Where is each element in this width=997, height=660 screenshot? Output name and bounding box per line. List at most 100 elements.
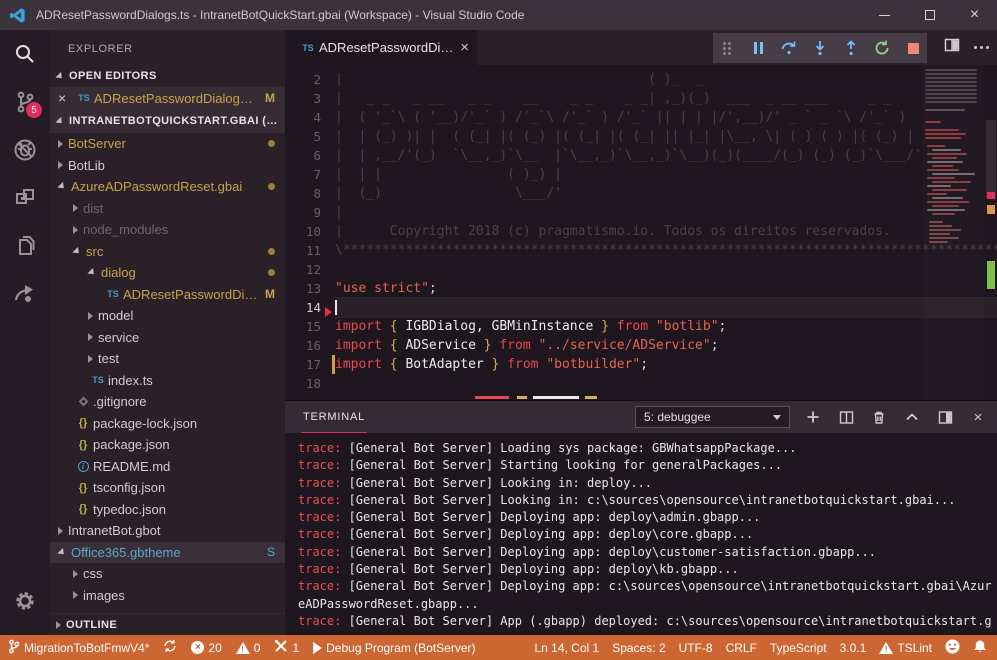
debug-target[interactable]: Debug Program (BotServer) xyxy=(313,641,475,655)
tree-item-index-ts[interactable]: TSindex.ts xyxy=(50,370,285,392)
code-line[interactable]: \***************************************… xyxy=(335,241,997,260)
tree-item-test[interactable]: test xyxy=(50,348,285,370)
settings-gear-icon[interactable] xyxy=(0,577,50,625)
line-number[interactable]: 16 xyxy=(285,336,335,355)
files-icon[interactable] xyxy=(0,222,50,270)
tree-item-css[interactable]: css xyxy=(50,563,285,585)
more-actions-icon[interactable] xyxy=(974,46,989,49)
search-icon[interactable] xyxy=(0,30,50,78)
tree-item-service[interactable]: service xyxy=(50,327,285,349)
line-number[interactable]: 2 xyxy=(285,70,335,89)
editor-gutter[interactable]: 23456789101112131415161718 xyxy=(285,65,335,393)
eol-sequence[interactable]: CRLF xyxy=(726,641,757,655)
collapse-panel-icon[interactable] xyxy=(903,408,921,426)
tree-item-adresetpassworddialogs-ts[interactable]: TSADResetPasswordDialogs.tsM xyxy=(50,284,285,306)
tree-item-botlib[interactable]: BotLib xyxy=(50,155,285,177)
code-line[interactable]: | | ,__/'(_) `\__,_)`\__ |`\__,_)`\__,_)… xyxy=(335,146,997,165)
maximize-panel-icon[interactable] xyxy=(936,408,954,426)
git-branch-status[interactable]: MigrationToBotFmwV4* xyxy=(8,639,149,657)
version[interactable]: 3.0.1 xyxy=(840,641,867,655)
tree-item-images[interactable]: images xyxy=(50,585,285,607)
code-content[interactable]: | ( )_ _| _ _ _ __ _ _ __ _ _ _ _| ,_)(_… xyxy=(335,65,997,393)
code-line[interactable]: | (_) \___/' xyxy=(335,184,997,203)
close-button[interactable]: × xyxy=(952,0,997,30)
encoding[interactable]: UTF-8 xyxy=(679,641,713,655)
open-editor-item[interactable]: × TS ADResetPasswordDialogs.ts M xyxy=(50,87,285,109)
outline-header[interactable]: OUTLINE xyxy=(50,613,285,635)
restart-button[interactable] xyxy=(869,35,896,61)
close-editor-icon[interactable]: × xyxy=(58,90,74,106)
open-editors-header[interactable]: OPEN EDITORS xyxy=(50,65,285,87)
debug-icon[interactable] xyxy=(0,126,50,174)
tree-item-model[interactable]: model xyxy=(50,305,285,327)
line-number[interactable]: 8 xyxy=(285,184,335,203)
code-editor[interactable]: 23456789101112131415161718 | ( )_ _| _ _… xyxy=(285,65,997,400)
split-terminal-icon[interactable] xyxy=(837,408,855,426)
code-line[interactable] xyxy=(335,260,997,279)
errors-count[interactable]: ×20 xyxy=(191,641,221,655)
line-number[interactable]: 5 xyxy=(285,127,335,146)
indentation[interactable]: Spaces: 2 xyxy=(612,641,665,655)
share-icon[interactable] xyxy=(0,270,50,318)
kill-terminal-icon[interactable] xyxy=(870,408,888,426)
code-line[interactable]: | ( )_ _ xyxy=(335,70,997,89)
tab-close-icon[interactable]: × xyxy=(460,39,469,56)
debug-grip-handle[interactable] xyxy=(714,35,741,61)
pause-button[interactable] xyxy=(745,35,772,61)
tree-item-dialog[interactable]: dialog xyxy=(50,262,285,284)
code-line[interactable]: | | | ( )_) | xyxy=(335,165,997,184)
line-number[interactable]: 9 xyxy=(285,203,335,222)
tab-terminal[interactable]: TERMINAL xyxy=(301,401,367,433)
extensions-icon[interactable] xyxy=(0,174,50,222)
tree-item-botserver[interactable]: BotServer xyxy=(50,133,285,155)
line-number[interactable]: 3 xyxy=(285,89,335,108)
minimize-button[interactable] xyxy=(862,0,907,30)
tree-item-office365-gbtheme[interactable]: Office365.gbthemeS xyxy=(50,542,285,564)
step-over-button[interactable] xyxy=(776,35,803,61)
line-number[interactable]: 6 xyxy=(285,146,335,165)
line-number[interactable]: 10 xyxy=(285,222,335,241)
code-line[interactable]: import { ADService } from "../service/AD… xyxy=(335,336,997,355)
source-control-icon[interactable]: 5 xyxy=(0,78,50,126)
stop-button[interactable] xyxy=(900,35,927,61)
line-number[interactable]: 17 xyxy=(285,355,335,374)
tree-item-node-modules[interactable]: node_modules xyxy=(50,219,285,241)
sync-button[interactable] xyxy=(163,639,177,656)
tree-item-typedoc-json[interactable]: {}typedoc.json xyxy=(50,499,285,521)
warnings-count[interactable]: !0 xyxy=(236,641,261,655)
line-number[interactable]: 13 xyxy=(285,279,335,298)
new-terminal-icon[interactable] xyxy=(804,408,822,426)
tree-item-gitignore[interactable]: .gitignore xyxy=(50,391,285,413)
tree-item-package-json[interactable]: {}package.json xyxy=(50,434,285,456)
line-number[interactable]: 7 xyxy=(285,165,335,184)
code-line[interactable]: | _ _ _ __ _ _ __ _ _ _ _| ,_)(_) ___ _ … xyxy=(335,89,997,108)
terminal-output[interactable]: trace: [General Bot Server] Loading sys … xyxy=(285,433,997,635)
cursor-position[interactable]: Ln 14, Col 1 xyxy=(534,641,599,655)
tab-adresetpassworddialogs[interactable]: TS ADResetPasswordDialogs.ts × xyxy=(285,30,477,65)
line-number[interactable]: 12 xyxy=(285,260,335,279)
tslint-status[interactable]: !TSLint xyxy=(879,641,932,655)
workspace-header[interactable]: INTRANETBOTQUICKSTART.GBAI (WORKSPACE) xyxy=(50,109,285,133)
code-line[interactable]: | ( '_`\ ( '__)/'_` ) /'_`\ /'_` ) /'_` … xyxy=(335,108,997,127)
code-line[interactable]: "use strict"; xyxy=(335,279,997,298)
line-number[interactable]: 15 xyxy=(285,317,335,336)
language-mode[interactable]: TypeScript xyxy=(770,641,827,655)
tree-item-intranetbot-gbot[interactable]: IntranetBot.gbot xyxy=(50,520,285,542)
split-editor-icon[interactable] xyxy=(944,37,960,58)
tree-item-tsconfig-json[interactable]: {}tsconfig.json xyxy=(50,477,285,499)
code-line[interactable]: import { BotAdapter } from "botbuilder"; xyxy=(335,355,997,374)
step-into-button[interactable] xyxy=(807,35,834,61)
step-out-button[interactable] xyxy=(838,35,865,61)
tree-item-dist[interactable]: dist xyxy=(50,198,285,220)
minimap[interactable] xyxy=(923,65,985,400)
notifications-bell[interactable] xyxy=(973,639,987,657)
terminal-select[interactable]: 5: debuggee xyxy=(635,406,790,428)
tree-item-src[interactable]: src xyxy=(50,241,285,263)
line-number[interactable]: 18 xyxy=(285,374,335,393)
code-line[interactable]: | xyxy=(335,203,997,222)
close-panel-icon[interactable]: × xyxy=(969,408,987,426)
editor-scrollbar[interactable] xyxy=(985,65,997,400)
code-line[interactable]: | | (_) )| | ( (_| |( (_) |( (_| |( (_| … xyxy=(335,127,997,146)
line-number[interactable]: 4 xyxy=(285,108,335,127)
code-line[interactable]: | Copyright 2018 (c) pragmatismo.io. Tod… xyxy=(335,222,997,241)
